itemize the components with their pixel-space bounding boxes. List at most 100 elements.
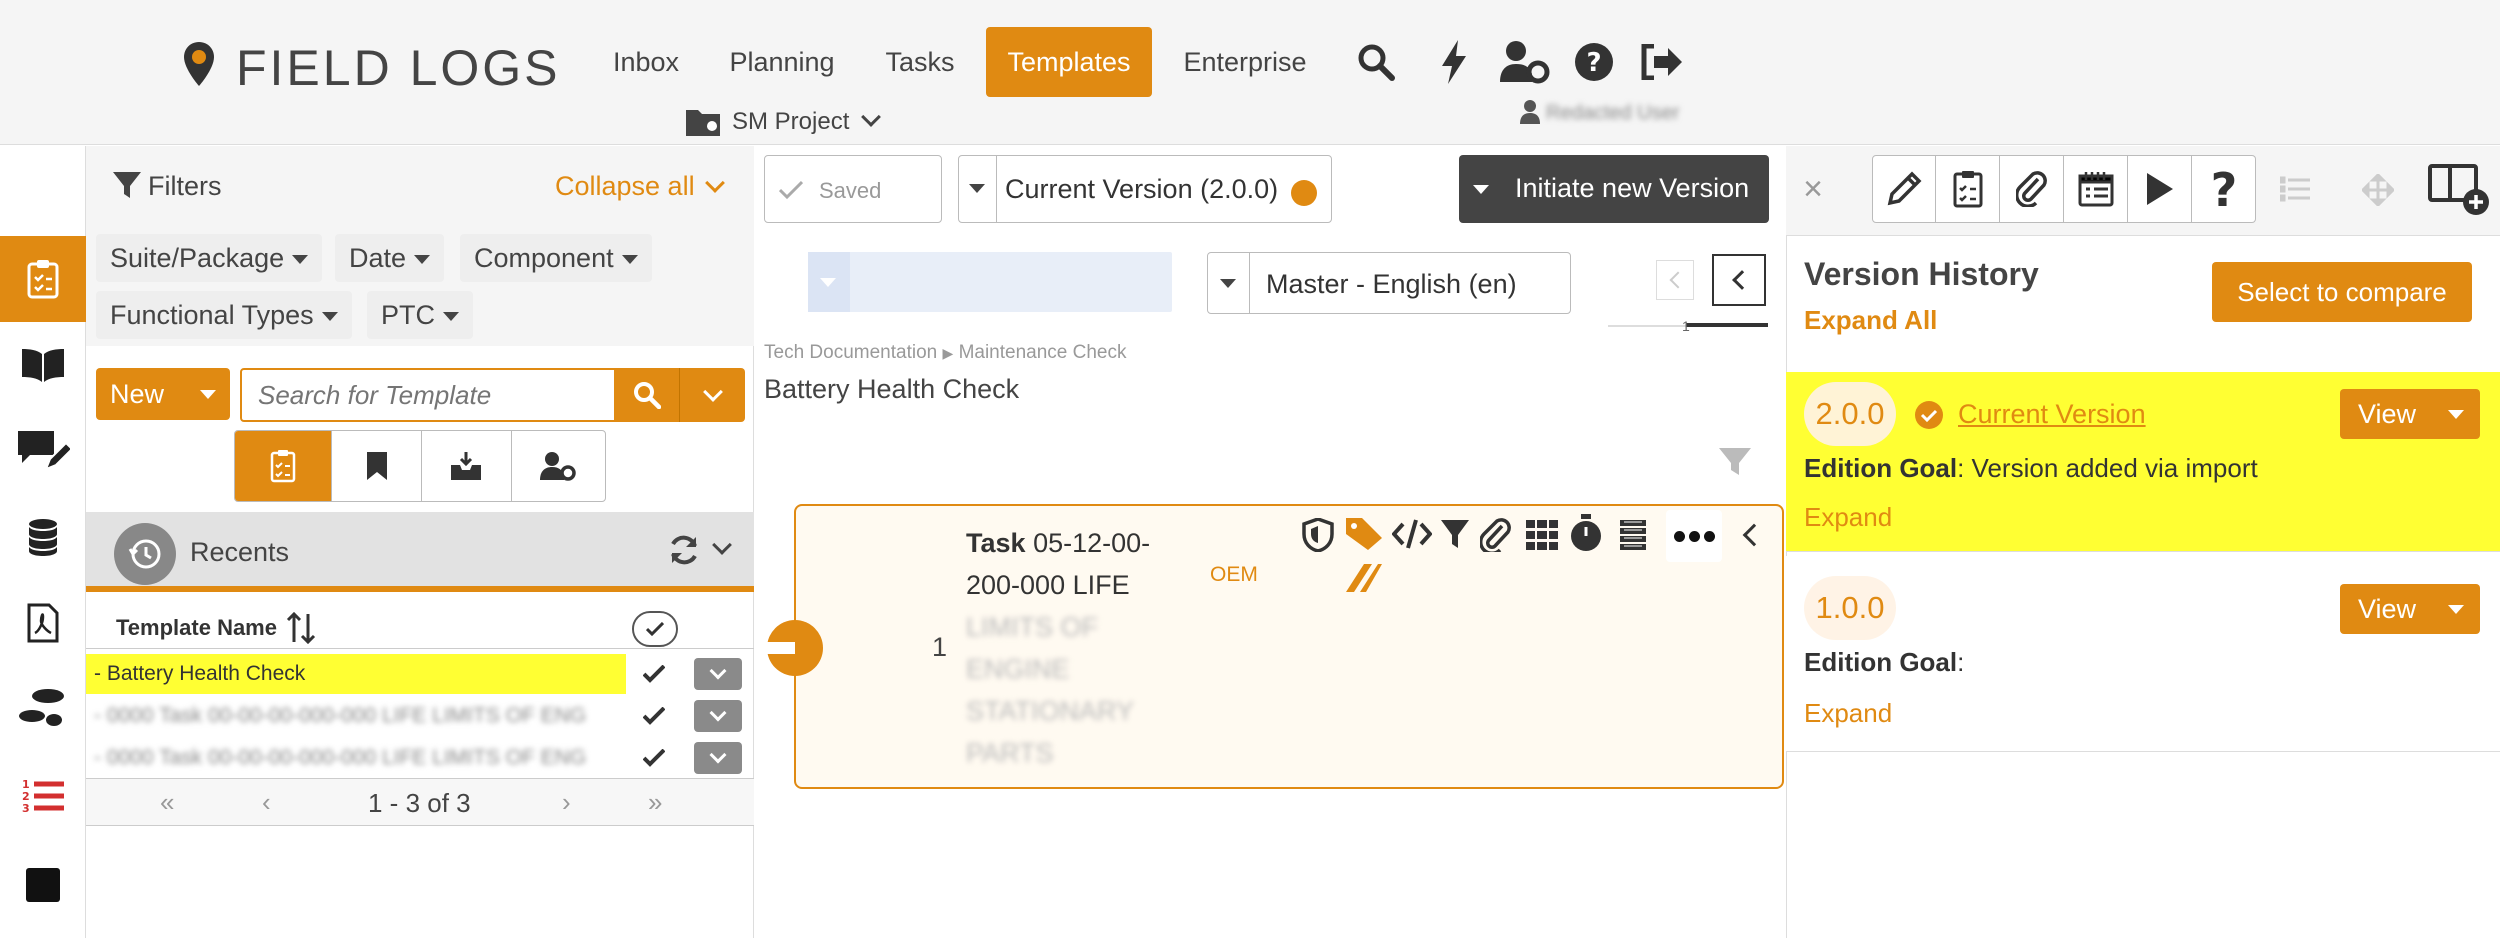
pager-next-icon[interactable]: › (562, 784, 571, 820)
initiate-version-button[interactable]: Initiate new Version (1459, 155, 1769, 223)
breadcrumb-item[interactable]: Maintenance Check (959, 342, 1127, 363)
collapse-panel-button[interactable] (1712, 254, 1766, 306)
sidebar-item-blank[interactable] (0, 842, 86, 928)
version-number: 2.0.0 (1804, 382, 1896, 446)
notes-button[interactable] (2064, 155, 2128, 223)
filter-chip-date[interactable]: Date (335, 234, 445, 282)
tag-icon[interactable] (1344, 516, 1384, 552)
play-button[interactable] (2128, 155, 2192, 223)
code-icon[interactable] (1392, 518, 1432, 550)
view-inbox-button[interactable] (422, 431, 512, 501)
row-menu-button[interactable] (694, 700, 742, 732)
expand-link[interactable]: Expand (1804, 501, 1892, 533)
sidebar-item-pdf[interactable] (0, 580, 86, 666)
help-icon: ? (2209, 166, 2239, 212)
sidebar-item-lists[interactable]: 123 (0, 752, 86, 838)
expand-all-link[interactable]: Expand All (1804, 304, 1937, 336)
caret-down-icon (443, 312, 459, 322)
coins-icon[interactable] (1618, 518, 1648, 550)
table-row[interactable]: - Battery Health Check (86, 654, 626, 694)
help-button[interactable]: ? (2192, 155, 2256, 223)
chevron-left-icon[interactable] (1738, 522, 1766, 550)
filter-chip-component[interactable]: Component (460, 234, 652, 282)
sidebar-item-steps[interactable] (0, 666, 86, 752)
collapse-all-toggle[interactable]: Collapse all (555, 170, 725, 202)
saved-button[interactable]: Saved (764, 155, 942, 223)
shield-icon[interactable] (1302, 518, 1334, 552)
current-version-link[interactable]: Current Version (1958, 398, 2146, 430)
edit-button[interactable] (1872, 155, 1936, 223)
row-menu-button[interactable] (694, 742, 742, 774)
new-template-button[interactable]: New (96, 368, 230, 420)
table-row[interactable]: - 0000 Task 00-00-00-000-000 LIFE LIMITS… (86, 738, 626, 778)
view-version-button[interactable]: View (2340, 389, 2480, 439)
user-name[interactable]: Redacted User (1546, 100, 1679, 126)
search-options-toggle[interactable] (680, 368, 745, 422)
task-node-handle[interactable] (767, 620, 823, 676)
bolt-icon[interactable] (1440, 40, 1468, 84)
language-selector[interactable]: Master - English (en) (1207, 252, 1571, 314)
expand-link[interactable]: Expand (1804, 697, 1892, 729)
stopwatch-icon[interactable] (1570, 514, 1602, 552)
template-search-input[interactable] (240, 368, 616, 422)
version-history-title: Version History (1804, 256, 2039, 292)
view-version-button[interactable]: View (2340, 584, 2480, 634)
breadcrumb-item[interactable]: Tech Documentation (764, 342, 937, 363)
filter-icon[interactable] (1718, 446, 1752, 478)
chevron-down-icon[interactable] (710, 535, 734, 562)
filter-icon[interactable] (1440, 518, 1470, 550)
refresh-icon[interactable] (668, 534, 700, 566)
filter-dropdown-toggle[interactable] (808, 252, 850, 312)
view-shared-button[interactable] (512, 431, 605, 501)
row-check-icon[interactable] (628, 654, 680, 694)
search-icon (633, 381, 661, 409)
search-button[interactable] (615, 368, 680, 422)
help-icon[interactable]: ? (1574, 42, 1614, 82)
paperclip-icon[interactable] (1480, 518, 1512, 552)
row-check-icon[interactable] (628, 696, 680, 736)
brand-logo[interactable]: FIELD LOGS (236, 40, 561, 96)
sort-icon[interactable] (286, 612, 316, 644)
view-bookmarks-button[interactable] (332, 431, 422, 501)
nav-enterprise[interactable]: Enterprise (1172, 27, 1318, 97)
prev-page-button[interactable] (1656, 260, 1694, 300)
nav-templates[interactable]: Templates (986, 27, 1152, 97)
view-templates-button[interactable] (235, 431, 333, 501)
version-dropdown-toggle[interactable] (959, 156, 997, 222)
logout-icon[interactable] (1640, 44, 1684, 80)
col-template-name[interactable]: Template Name (116, 614, 277, 642)
nav-planning[interactable]: Planning (718, 27, 846, 97)
version-selector[interactable]: Current Version (2.0.0) (958, 155, 1332, 223)
row-menu-button[interactable] (694, 658, 742, 690)
attach-button[interactable] (2000, 155, 2064, 223)
grid-icon[interactable] (1526, 520, 1558, 550)
pager-last-icon[interactable]: » (648, 784, 662, 820)
project-selector[interactable]: SM Project (732, 106, 881, 138)
list-icon (2280, 176, 2310, 202)
sidebar-item-comments[interactable] (0, 408, 86, 494)
sidebar-item-docs[interactable] (0, 322, 86, 408)
more-icon[interactable] (1666, 510, 1722, 562)
sidebar-item-data[interactable] (0, 494, 86, 580)
pager-first-icon[interactable]: « (160, 784, 174, 820)
checklist-button[interactable] (1936, 155, 2000, 223)
pager-prev-icon[interactable]: ‹ (262, 784, 271, 820)
move-icon[interactable] (2362, 174, 2394, 206)
sidebar-item-templates[interactable] (0, 236, 86, 322)
table-row[interactable]: - 0000 Task 00-00-00-000-000 LIFE LIMITS… (86, 696, 626, 736)
filter-chip-suite-package[interactable]: Suite/Package (96, 234, 323, 282)
layout-add-icon[interactable] (2428, 162, 2490, 216)
nav-tasks[interactable]: Tasks (870, 27, 970, 97)
language-dropdown-toggle[interactable] (1208, 253, 1250, 313)
filter-icon[interactable] (112, 170, 142, 200)
filter-chip-ptc[interactable]: PTC (367, 291, 473, 339)
select-compare-button[interactable]: Select to compare (2212, 262, 2472, 322)
close-icon[interactable]: × (1800, 172, 1826, 206)
nav-inbox[interactable]: Inbox (596, 27, 696, 97)
user-gear-icon[interactable] (1500, 40, 1550, 84)
filter-dropdown[interactable] (808, 252, 1172, 312)
select-all-toggle[interactable] (632, 611, 678, 647)
row-check-icon[interactable] (628, 738, 680, 778)
search-icon[interactable] (1356, 42, 1396, 82)
filter-chip-functional-types[interactable]: Functional Types (96, 291, 352, 339)
